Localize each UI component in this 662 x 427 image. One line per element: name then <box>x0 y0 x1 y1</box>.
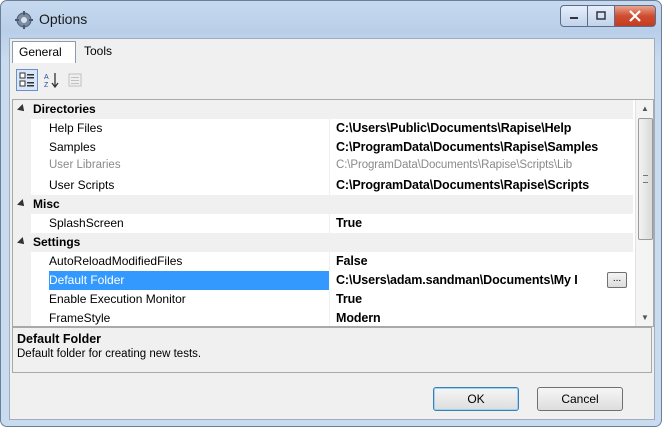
scroll-down-arrow-icon[interactable]: ▼ <box>636 309 653 326</box>
categorized-button[interactable] <box>16 69 38 91</box>
options-app-icon <box>15 11 33 29</box>
property-name: Samples <box>49 140 96 154</box>
window-title: Options <box>39 11 88 27</box>
property-row-splashscreen[interactable]: SplashScreen True <box>13 214 633 233</box>
property-name: Enable Execution Monitor <box>49 292 186 306</box>
category-label: Misc <box>33 197 60 211</box>
category-misc[interactable]: Misc <box>13 195 633 214</box>
property-name: User Scripts <box>49 178 115 192</box>
property-value[interactable]: C:\Users\adam.sandman\Documents\My I <box>336 273 604 287</box>
sort-alphabetical-button[interactable]: A Z <box>40 69 62 91</box>
expand-arrow-icon[interactable] <box>17 104 27 114</box>
description-text: Default folder for creating new tests. <box>17 348 202 360</box>
cancel-button[interactable]: Cancel <box>537 387 623 411</box>
property-name: SplashScreen <box>49 216 124 230</box>
property-name: Help Files <box>49 121 103 135</box>
minimize-icon <box>570 17 578 19</box>
svg-text:Z: Z <box>44 82 49 88</box>
close-icon <box>629 10 641 22</box>
property-value[interactable]: C:\ProgramData\Documents\Rapise\Samples <box>336 140 598 154</box>
property-row-user-scripts[interactable]: User Scripts C:\ProgramData\Documents\Ra… <box>13 176 633 195</box>
property-pages-icon <box>68 73 82 87</box>
ok-button[interactable]: OK <box>433 387 519 411</box>
category-label: Settings <box>33 235 81 249</box>
description-panel: Default Folder Default folder for creati… <box>12 327 652 373</box>
property-grid-toolbar: A Z <box>12 65 652 97</box>
minimize-button[interactable] <box>560 5 588 27</box>
svg-text:A: A <box>44 74 49 81</box>
maximize-icon <box>596 11 606 20</box>
tab-tools[interactable]: Tools <box>78 41 128 63</box>
expand-arrow-icon[interactable] <box>17 237 27 247</box>
property-value[interactable]: C:\ProgramData\Documents\Rapise\Scripts <box>336 178 589 192</box>
sort-az-icon: A Z <box>44 73 59 88</box>
property-name: Default Folder <box>49 271 329 290</box>
close-button[interactable] <box>614 5 656 27</box>
property-name: FrameStyle <box>49 311 111 325</box>
expand-arrow-icon[interactable] <box>17 199 27 209</box>
property-value: C:\ProgramData\Documents\Rapise\Scripts\… <box>336 159 573 171</box>
description-title: Default Folder <box>17 332 102 346</box>
property-row-execution-monitor[interactable]: Enable Execution Monitor True <box>13 290 633 309</box>
property-row-auto-reload[interactable]: AutoReloadModifiedFiles False <box>13 252 633 271</box>
maximize-button[interactable] <box>587 5 615 27</box>
browse-ellipsis-button[interactable]: ... <box>607 272 627 288</box>
property-value[interactable]: Modern <box>336 311 381 325</box>
category-directories[interactable]: Directories <box>13 100 633 119</box>
dialog-footer: OK Cancel <box>10 375 654 419</box>
property-value[interactable]: False <box>336 254 368 268</box>
property-row-frame-style[interactable]: FrameStyle Modern <box>13 309 633 326</box>
property-value[interactable]: C:\Users\Public\Documents\Rapise\Help <box>336 121 571 135</box>
options-dialog: Options General Tools A Z Directories He… <box>0 0 662 427</box>
dialog-body: General Tools A Z Directories Help Files… <box>9 38 655 420</box>
property-name: User Libraries <box>49 159 121 171</box>
property-grid: Directories Help Files C:\Users\Public\D… <box>12 99 654 327</box>
category-settings[interactable]: Settings <box>13 233 633 252</box>
category-label: Directories <box>33 102 96 116</box>
property-row-user-libraries[interactable]: User Libraries C:\ProgramData\Documents\… <box>13 157 633 176</box>
property-value[interactable]: True <box>336 292 362 306</box>
property-name: AutoReloadModifiedFiles <box>49 254 183 268</box>
property-row-default-folder[interactable]: Default Folder C:\Users\adam.sandman\Doc… <box>13 271 633 290</box>
scrollbar-thumb[interactable] <box>638 118 653 240</box>
property-row-help-files[interactable]: Help Files C:\Users\Public\Documents\Rap… <box>13 119 633 138</box>
categorized-icon <box>19 72 34 87</box>
tab-general[interactable]: General <box>12 41 76 63</box>
property-value[interactable]: True <box>336 216 362 230</box>
scroll-up-arrow-icon[interactable]: ▲ <box>636 100 653 117</box>
property-pages-button[interactable] <box>64 69 86 91</box>
vertical-scrollbar[interactable]: ▲ ▼ <box>635 100 653 326</box>
property-row-samples[interactable]: Samples C:\ProgramData\Documents\Rapise\… <box>13 138 633 157</box>
title-bar[interactable]: Options <box>1 1 661 35</box>
